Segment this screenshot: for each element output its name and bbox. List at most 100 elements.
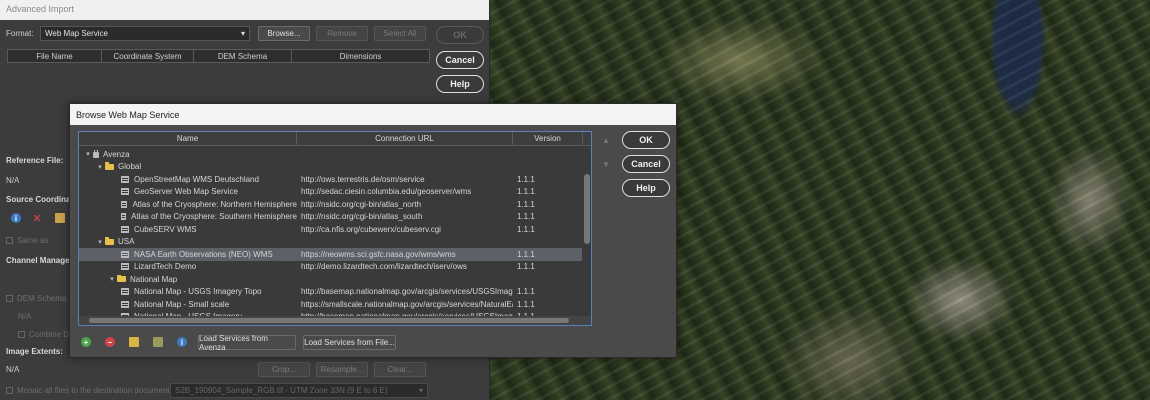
browse-help-button[interactable]: Help xyxy=(622,179,670,197)
folder-icon[interactable] xyxy=(55,213,65,223)
tree-row-service[interactable]: CubeSERV WMS http://ca.nfis.org/cubewerx… xyxy=(79,223,583,236)
same-as-label: Same as xyxy=(17,236,49,245)
row-name: CubeSERV WMS xyxy=(134,224,197,234)
row-version: 1.1.1 xyxy=(517,249,535,259)
close-icon[interactable]: ✕ xyxy=(32,213,42,225)
browse-button[interactable]: Browse... xyxy=(258,26,310,41)
horizontal-scrollbar[interactable] xyxy=(79,316,591,325)
server-icon xyxy=(121,213,127,221)
chevron-down-icon[interactable]: ▾ xyxy=(95,163,105,171)
tree-row-avenza[interactable]: ▾ Avenza xyxy=(79,148,583,161)
tree-row-service[interactable]: Atlas of the Cryosphere: Southern Hemisp… xyxy=(79,211,583,224)
tree-row-service[interactable]: Atlas of the Cryosphere: Northern Hemisp… xyxy=(79,198,583,211)
row-url: http://sedac.ciesin.columbia.edu/geoserv… xyxy=(301,187,472,197)
resample-button[interactable]: Resample... xyxy=(316,362,368,377)
channel-manager-label: Channel Manage xyxy=(6,256,70,265)
row-name: OpenStreetMap WMS Deutschland xyxy=(134,174,259,184)
server-icon xyxy=(121,250,129,258)
row-url: https://smallscale.nationalmap.gov/arcgi… xyxy=(301,299,513,309)
remove-button[interactable]: Remove xyxy=(316,26,368,41)
row-name: USA xyxy=(118,237,135,247)
browse-wms-dialog: Browse Web Map Service Name Connection U… xyxy=(69,103,677,358)
server-icon xyxy=(121,300,129,308)
advanced-ok-button[interactable]: OK xyxy=(436,26,484,44)
load-from-file-button[interactable]: Load Services from File... xyxy=(303,335,396,350)
horizontal-scroll-thumb[interactable] xyxy=(89,318,569,323)
service-tree[interactable]: Name Connection URL Version ▾ Avenza ▾ Glo… xyxy=(78,131,592,326)
move-up-icon[interactable]: ▲ xyxy=(602,136,610,145)
folders-icon[interactable] xyxy=(153,337,163,347)
column-name[interactable]: Name xyxy=(79,132,297,145)
server-icon xyxy=(121,200,128,208)
image-extents-label: Image Extents: xyxy=(6,347,63,356)
mosaic-checkbox[interactable] xyxy=(6,387,13,394)
advanced-cancel-button[interactable]: Cancel xyxy=(436,51,484,69)
column-dem-schema[interactable]: DEM Schema xyxy=(194,50,292,62)
tree-row-service[interactable]: National Map - USGS Imagery Topo http://… xyxy=(79,286,583,299)
row-name: National Map - Small scale xyxy=(134,299,230,309)
row-version: 1.1.1 xyxy=(517,212,535,222)
column-file-name[interactable]: File Name xyxy=(8,50,102,62)
info-icon[interactable]: i xyxy=(11,213,21,223)
row-name: NASA Earth Observations (NEO) WMS xyxy=(134,249,273,259)
advanced-help-button[interactable]: Help xyxy=(436,75,484,93)
tree-row-global[interactable]: ▾ Global xyxy=(79,161,583,174)
tree-row-service[interactable]: OpenStreetMap WMS Deutschland http://ows… xyxy=(79,173,583,186)
image-extents-value: N/A xyxy=(6,365,20,374)
tree-row-service-selected[interactable]: NASA Earth Observations (NEO) WMS https:… xyxy=(79,248,583,261)
browse-cancel-button[interactable]: Cancel xyxy=(622,155,670,173)
row-name: GeoServer Web Map Service xyxy=(134,187,238,197)
row-url: http://basemap.nationalmap.gov/arcgis/se… xyxy=(301,287,513,297)
move-down-icon[interactable]: ▼ xyxy=(602,160,610,169)
tree-row-service[interactable]: GeoServer Web Map Service http://sedac.c… xyxy=(79,186,583,199)
row-name: National Map - USGS Imagery Topo xyxy=(134,287,262,297)
server-icon xyxy=(121,175,129,183)
row-version: 1.1.1 xyxy=(517,262,535,272)
folder-icon xyxy=(105,162,114,170)
browse-ok-button[interactable]: OK xyxy=(622,131,670,149)
crop-button[interactable]: Crop... xyxy=(258,362,310,377)
dem-schema-checkbox[interactable] xyxy=(6,295,13,302)
tree-row-usa[interactable]: ▾ USA xyxy=(79,236,583,249)
folder-icon xyxy=(105,237,114,245)
add-icon[interactable]: + xyxy=(81,337,91,347)
format-label: Format: xyxy=(6,29,34,38)
format-select[interactable]: Web Map Service ▾ xyxy=(40,26,250,41)
chevron-down-icon[interactable]: ▾ xyxy=(95,238,105,246)
mosaic-select[interactable]: S2B_190904_Sample_RGB.tif - UTM Zone 33N… xyxy=(170,383,428,398)
info-icon[interactable]: i xyxy=(177,337,187,347)
chevron-down-icon: ▾ xyxy=(418,386,423,395)
service-tree-header: Name Connection URL Version xyxy=(79,132,591,146)
combine-label: Combine Di xyxy=(29,330,71,339)
reference-file-value: N/A xyxy=(6,176,20,185)
tree-row-national-map[interactable]: ▾ National Map xyxy=(79,273,583,286)
clear-button[interactable]: Clear... xyxy=(374,362,426,377)
column-coordinate-system[interactable]: Coordinate System xyxy=(102,50,194,62)
column-dimensions[interactable]: Dimensions xyxy=(292,50,429,62)
mosaic-select-value: S2B_190904_Sample_RGB.tif - UTM Zone 33N… xyxy=(175,386,388,395)
tree-row-service[interactable]: National Map - Small scale https://small… xyxy=(79,298,583,311)
select-all-button[interactable]: Select All xyxy=(374,26,426,41)
vertical-scroll-thumb[interactable] xyxy=(584,174,590,244)
vertical-scrollbar[interactable] xyxy=(582,146,591,318)
same-as-checkbox[interactable] xyxy=(6,237,13,244)
column-version[interactable]: Version xyxy=(513,132,583,145)
chevron-down-icon[interactable]: ▾ xyxy=(107,275,117,283)
chevron-down-icon: ▾ xyxy=(240,29,245,38)
tree-row-service[interactable]: LizardTech Demo http://demo.lizardtech.c… xyxy=(79,261,583,274)
load-from-avenza-button[interactable]: Load Services from Avenza xyxy=(198,334,296,352)
row-url: http://ca.nfis.org/cubewerx/cubeserv.cgi xyxy=(301,224,441,234)
source-coordinate-label: Source Coordina xyxy=(6,195,71,204)
dem-schema-label: DEM Schema xyxy=(17,294,67,303)
column-connection-url[interactable]: Connection URL xyxy=(297,132,513,145)
remove-icon[interactable]: – xyxy=(105,337,115,347)
row-name: National Map xyxy=(130,274,178,284)
combine-checkbox[interactable] xyxy=(18,331,25,338)
lock-icon xyxy=(93,149,99,159)
row-url: http://ows.terrestris.de/osm/service xyxy=(301,174,425,184)
server-icon xyxy=(121,288,129,296)
chevron-down-icon[interactable]: ▾ xyxy=(83,150,93,158)
row-name: Atlas of the Cryosphere: Southern Hemisp… xyxy=(131,212,297,222)
row-version: 1.1.1 xyxy=(517,224,535,234)
new-folder-icon[interactable] xyxy=(129,337,139,347)
